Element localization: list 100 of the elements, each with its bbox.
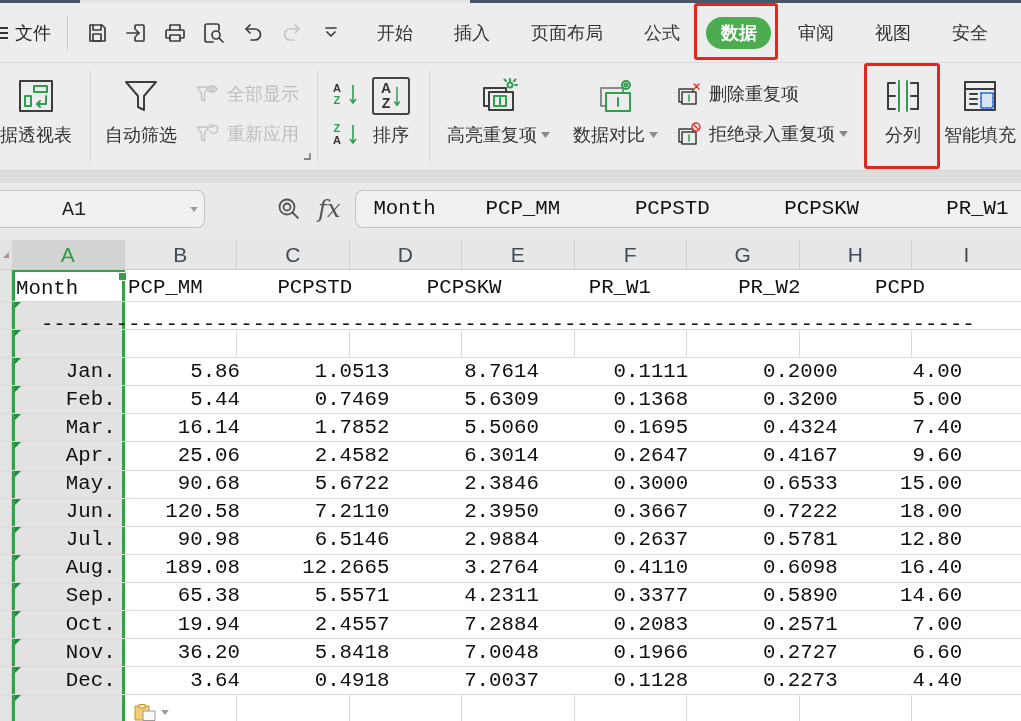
column-header[interactable]: H	[799, 240, 912, 269]
row-header[interactable]	[0, 302, 12, 330]
data-compare-button[interactable]: 数据对比	[571, 71, 660, 147]
column-header[interactable]: G	[687, 240, 800, 269]
select-all-corner[interactable]	[0, 240, 12, 269]
cell-text: 16.40	[899, 556, 963, 581]
sort-button[interactable]: A Z 排序	[369, 71, 413, 147]
cell-text: 4.2311	[464, 584, 539, 609]
cell-text: Nov.	[65, 640, 116, 665]
cell-text: PR_W1	[588, 276, 651, 300]
menu-tab[interactable]: 审阅	[783, 16, 848, 49]
cell-text: 19.94	[177, 612, 240, 637]
column-header[interactable]: F	[574, 240, 687, 269]
cell-text: 2.4582	[314, 444, 390, 468]
column-header[interactable]: I	[912, 240, 1021, 269]
cell-text: 5.5060	[464, 415, 539, 440]
cell-text: 7.00	[912, 612, 963, 637]
row-header[interactable]	[0, 358, 12, 386]
row-header[interactable]	[0, 330, 12, 358]
row-header[interactable]	[0, 695, 12, 721]
cell-text: Dec.	[65, 668, 116, 693]
cell-text: Feb.	[65, 387, 116, 412]
formula-field[interactable]: Month PCP_MM PCPSTD PCPSKW PR_W1	[355, 190, 1021, 228]
cell-text: 2.4557	[314, 612, 390, 637]
column-header[interactable]: E	[462, 240, 575, 269]
cell-text: 0.5781	[762, 528, 838, 553]
cell-text: 90.98	[177, 528, 240, 553]
column-header[interactable]: C	[237, 240, 350, 269]
auto-filter-button[interactable]: 自动筛选	[103, 71, 179, 147]
split-columns-icon	[884, 77, 922, 115]
cell-text: 15.00	[899, 472, 963, 497]
cell-text: PCP_MM	[128, 276, 203, 300]
cell-text: 0.1695	[613, 415, 689, 440]
cell-text: 5.8418	[314, 640, 390, 665]
row-header[interactable]	[0, 639, 12, 667]
menu-tab[interactable]: 开始	[362, 16, 427, 49]
page-magnifier-icon[interactable]	[201, 20, 226, 45]
row-header[interactable]	[0, 582, 12, 611]
cell-text: Oct.	[65, 612, 116, 637]
cell-text: 7.0037	[464, 668, 539, 693]
cell-text: 0.4110	[613, 556, 689, 581]
cell-text: 0.1128	[613, 668, 689, 693]
cell-text: Month	[16, 277, 79, 301]
row-header[interactable]	[0, 270, 12, 301]
dialog-launcher-icon[interactable]	[303, 152, 311, 160]
sort-ascending-button[interactable]: A Z	[333, 80, 357, 107]
cell-text: 2.9884	[464, 528, 539, 553]
insert-function-button[interactable]: fx	[318, 190, 341, 228]
split-columns-button[interactable]: 分列	[868, 71, 938, 147]
paste-options-button[interactable]	[134, 704, 169, 721]
row-header[interactable]	[0, 442, 12, 470]
caret-icon[interactable]	[190, 206, 198, 212]
row-header[interactable]	[0, 667, 12, 695]
cell-text: 7.40	[912, 415, 963, 440]
file-menu-button[interactable]: 文件	[15, 20, 51, 45]
cell-text: 5.6309	[464, 387, 539, 412]
cell-text: 1.7852	[314, 415, 390, 440]
cell-text: 0.2000	[762, 359, 838, 384]
cells-no-entry-icon	[677, 121, 701, 146]
row-header[interactable]	[0, 470, 12, 498]
column-header[interactable]: D	[349, 240, 462, 269]
row-header[interactable]	[0, 498, 12, 526]
cells-cross-icon	[677, 81, 701, 106]
cell-text: 5.86	[190, 359, 240, 384]
menu-tab[interactable]: 公式	[629, 16, 694, 49]
row-header[interactable]	[0, 386, 12, 414]
cell-text: 2.3846	[464, 472, 539, 497]
menu-tab[interactable]: 插入	[439, 16, 504, 49]
cell-text: 0.3200	[762, 387, 838, 412]
cell-text: 2.3950	[464, 500, 539, 525]
cell-text: 0.3377	[613, 584, 689, 609]
pivot-table-button[interactable]: 据透视表	[0, 71, 82, 147]
row-header[interactable]	[0, 526, 12, 554]
column-header[interactable]: B	[124, 240, 237, 269]
cell-text: Jul.	[65, 528, 116, 553]
menu-icon[interactable]	[0, 24, 9, 41]
row-header[interactable]	[0, 554, 12, 582]
highlight-duplicates-button[interactable]: 高亮重复项	[445, 71, 552, 147]
fill-handle[interactable]	[117, 272, 127, 281]
row-header[interactable]	[0, 414, 12, 442]
remove-duplicates-button[interactable]: 删除重复项	[677, 80, 848, 107]
cell-text: 7.2110	[314, 500, 390, 525]
cell-text: Mar.	[65, 415, 116, 440]
cell-text: Jun.	[65, 500, 116, 525]
cell-text: 0.2083	[613, 612, 689, 637]
down-arrow-icon	[349, 82, 357, 105]
cell-text: 0.1966	[613, 640, 689, 665]
cell-text: 65.38	[177, 584, 240, 609]
magnifier-icon[interactable]	[277, 197, 301, 221]
cell-text: May.	[65, 472, 116, 497]
row-header[interactable]	[0, 611, 12, 639]
reject-duplicates-button[interactable]: 拒绝录入重复项	[677, 120, 848, 147]
menu-tab[interactable]: 页面布局	[516, 16, 617, 49]
cell-text: 0.6098	[762, 556, 838, 581]
name-box[interactable]: A1	[0, 190, 205, 228]
smart-fill-button[interactable]: 智能填充	[942, 71, 1018, 147]
menu-tab[interactable]: 安全	[937, 16, 1002, 49]
dashed-line-text: ---------------------------------------------------------------------------	[40, 321, 975, 330]
sort-descending-button[interactable]: Z A	[333, 120, 357, 147]
menu-tab[interactable]: 视图	[860, 16, 925, 49]
